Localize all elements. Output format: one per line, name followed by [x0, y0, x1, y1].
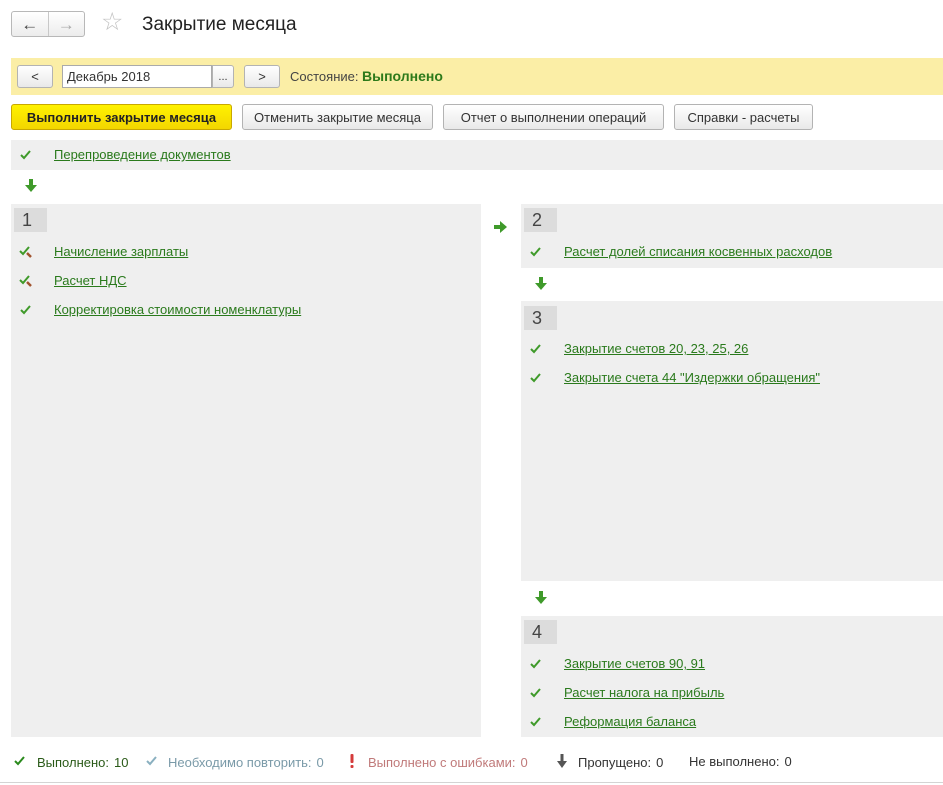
list-item: Расчет долей списания косвенных расходов: [529, 244, 832, 259]
reference-calculations-button[interactable]: Справки - расчеты: [674, 104, 813, 130]
step-link[interactable]: Закрытие счетов 20, 23, 25, 26: [564, 341, 748, 356]
state-label: Состояние:: [290, 69, 359, 84]
check-icon: [529, 342, 542, 355]
status-skipped: Пропущено: 0: [557, 754, 663, 771]
step-link[interactable]: Перепроведение документов: [54, 147, 231, 162]
status-done: Выполнено: 10: [13, 754, 128, 770]
check-edited-icon: [19, 245, 32, 258]
next-period-button[interactable]: >: [244, 65, 280, 88]
list-item: Расчет налога на прибыль: [529, 685, 724, 700]
check-icon: [529, 686, 542, 699]
step-link[interactable]: Расчет НДС: [54, 273, 127, 288]
forward-arrow-icon[interactable]: →: [47, 12, 85, 36]
status-not-done-count: 0: [784, 754, 792, 769]
group-number: 2: [524, 208, 557, 232]
check-icon: [529, 715, 542, 728]
list-item: Закрытие счетов 20, 23, 25, 26: [529, 341, 748, 356]
step-link[interactable]: Корректировка стоимости номенклатуры: [54, 302, 301, 317]
select-period-button[interactable]: ...: [212, 65, 234, 88]
status-done-count: 10: [114, 754, 129, 770]
arrow-down-icon: [25, 179, 37, 196]
state-value: Выполнено: [362, 68, 443, 84]
list-item: Закрытие счета 44 "Издержки обращения": [529, 370, 820, 385]
step-link[interactable]: Начисление зарплаты: [54, 244, 188, 259]
group-number: 3: [524, 306, 557, 330]
list-item: Начисление зарплаты: [19, 244, 188, 259]
cancel-month-close-button[interactable]: Отменить закрытие месяца: [242, 104, 433, 130]
exclamation-icon: [349, 754, 355, 771]
status-repeat-label: Необходимо повторить:: [168, 754, 312, 770]
status-errors-count: 0: [520, 755, 528, 770]
divider: [0, 782, 943, 783]
check-icon: [529, 245, 542, 258]
page-title: Закрытие месяца: [142, 14, 297, 35]
status-repeat: Необходимо повторить: 0: [145, 754, 324, 770]
step-link[interactable]: Закрытие счетов 90, 91: [564, 656, 705, 671]
check-icon: [19, 303, 32, 316]
list-item: Расчет НДС: [19, 273, 127, 288]
step-link[interactable]: Расчет долей списания косвенных расходов: [564, 244, 832, 259]
history-nav: ← →: [11, 11, 85, 37]
favorite-star-icon[interactable]: ☆: [101, 10, 123, 35]
arrow-right-icon: [494, 221, 508, 236]
status-skipped-count: 0: [656, 755, 664, 770]
check-icon: [529, 371, 542, 384]
status-not-done-label: Не выполнено:: [689, 754, 780, 769]
arrow-down-icon: [535, 591, 547, 608]
check-edited-icon: [19, 274, 32, 287]
group-number: 1: [14, 208, 47, 232]
previous-period-button[interactable]: <: [17, 65, 53, 88]
check-icon: [19, 148, 32, 161]
period-field[interactable]: Декабрь 2018: [62, 65, 212, 88]
group-number: 4: [524, 620, 557, 644]
status-done-label: Выполнено:: [37, 754, 110, 770]
status-errors: Выполнено с ошибками: 0: [349, 754, 528, 771]
status-skipped-label: Пропущено:: [578, 755, 652, 770]
arrow-down-icon: [535, 277, 547, 294]
step-link[interactable]: Закрытие счета 44 "Издержки обращения": [564, 370, 820, 385]
status-repeat-count: 0: [316, 754, 324, 770]
list-item: Закрытие счетов 90, 91: [529, 656, 705, 671]
check-icon: [13, 754, 26, 770]
back-arrow-icon[interactable]: ←: [12, 12, 48, 36]
step-link[interactable]: Реформация баланса: [564, 714, 696, 729]
check-icon: [529, 657, 542, 670]
arrow-down-icon: [557, 754, 567, 771]
step-link[interactable]: Расчет налога на прибыль: [564, 685, 724, 700]
operations-report-button[interactable]: Отчет о выполнении операций: [443, 104, 664, 130]
list-item: Реформация баланса: [529, 714, 696, 729]
check-icon: [145, 754, 158, 770]
status-not-done: Не выполнено: 0: [689, 754, 792, 769]
list-item: Перепроведение документов: [19, 147, 231, 162]
list-item: Корректировка стоимости номенклатуры: [19, 302, 301, 317]
status-errors-label: Выполнено с ошибками:: [368, 755, 516, 770]
execute-month-close-button[interactable]: Выполнить закрытие месяца: [11, 104, 232, 130]
